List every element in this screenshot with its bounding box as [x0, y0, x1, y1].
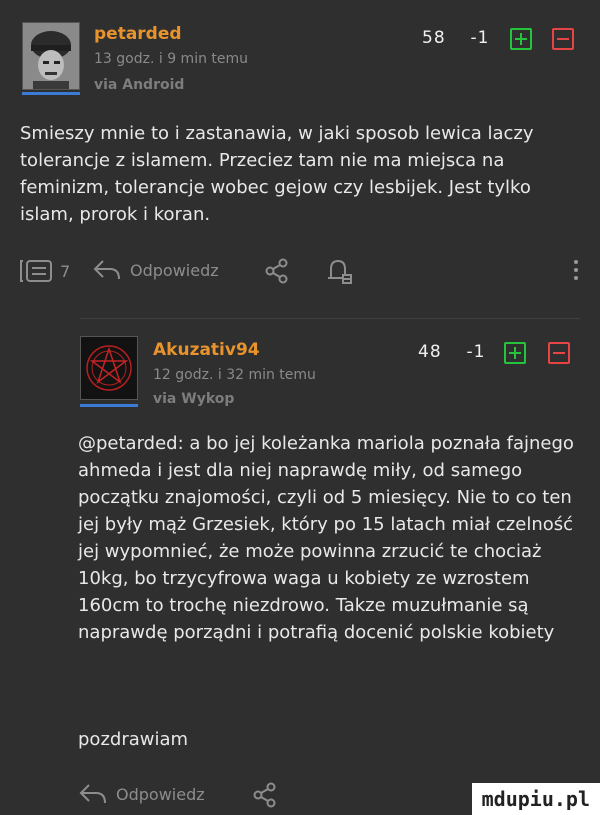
reply-arrow-icon [79, 784, 106, 804]
comment-time: 12 godz. i 32 min temu [153, 367, 316, 383]
reply-button[interactable]: Odpowiedz [78, 782, 205, 806]
plus-icon [515, 33, 527, 45]
minus-icon [557, 38, 569, 40]
replies-toggle[interactable]: 7 [20, 258, 70, 284]
watermark: mdupiu.pl [471, 783, 600, 815]
avatar-underline [80, 404, 138, 407]
share-button[interactable] [252, 782, 278, 808]
comment-source: via Android [94, 77, 185, 93]
notify-button[interactable] [326, 258, 354, 286]
thread-divider [80, 318, 580, 319]
comment-body: @petarded: a bo jej koleżanka mariola po… [78, 433, 574, 643]
reply-button[interactable]: Odpowiedz [92, 258, 219, 282]
avatar[interactable] [80, 336, 138, 400]
vote-delta: -1 [470, 28, 490, 48]
reply-label: Odpowiedz [116, 784, 205, 804]
share-icon [253, 782, 276, 808]
more-options-icon[interactable] [574, 260, 578, 280]
comment-actions: 7 Odpowiedz [20, 258, 590, 286]
comment-signoff: pozdrawiam [78, 729, 189, 750]
reply-label: Odpowiedz [130, 260, 219, 280]
pentagram-avatar-icon [81, 337, 137, 399]
vote-count: 58 [422, 28, 446, 48]
minus-icon [553, 352, 565, 354]
avatar-underline [22, 92, 80, 95]
comments-icon [20, 260, 52, 282]
soldier-avatar-icon [23, 23, 79, 89]
vote-score: 48 -1 [418, 342, 485, 362]
comment-time: 13 godz. i 9 min temu [94, 51, 249, 67]
comment-author[interactable]: petarded [94, 24, 182, 44]
reply-arrow-icon [93, 260, 120, 280]
plus-icon [509, 347, 521, 359]
comment-body: Smieszy mnie to i zastanawia, w jaki spo… [20, 123, 534, 225]
avatar[interactable] [22, 22, 80, 90]
comment-author[interactable]: Akuzativ94 [153, 340, 260, 360]
share-icon [265, 258, 288, 284]
vote-down-button[interactable] [548, 342, 570, 364]
vote-delta: -1 [466, 342, 486, 362]
bell-icon [328, 259, 352, 284]
comment-source: via Wykop [153, 391, 235, 407]
share-button[interactable] [264, 258, 290, 284]
vote-count: 48 [418, 342, 442, 362]
vote-score: 58 -1 [422, 28, 489, 48]
vote-up-button[interactable] [504, 342, 526, 364]
vote-up-button[interactable] [510, 28, 532, 50]
replies-count: 7 [60, 261, 71, 281]
vote-down-button[interactable] [552, 28, 574, 50]
